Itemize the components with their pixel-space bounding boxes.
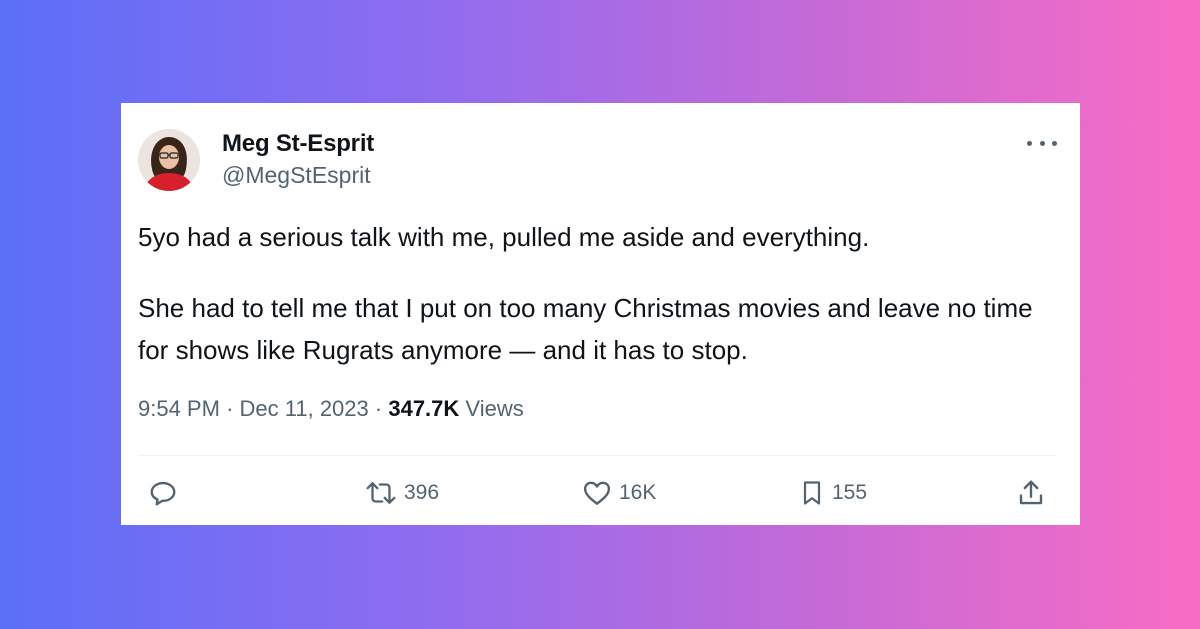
- tweet-meta: 9:54 PM · Dec 11, 2023 · 347.7K Views: [138, 396, 524, 422]
- bookmark-count: 155: [832, 481, 868, 504]
- meta-separator: ·: [226, 396, 234, 421]
- tweet-paragraph: 5yo had a serious talk with me, pulled m…: [138, 222, 870, 252]
- meta-separator: ·: [374, 396, 383, 421]
- reply-icon: [150, 481, 176, 506]
- retweet-button[interactable]: 396: [364, 473, 439, 513]
- like-button[interactable]: 16K: [581, 473, 656, 513]
- avatar[interactable]: [138, 129, 200, 191]
- retweet-count: 396: [404, 481, 440, 504]
- author-name[interactable]: Meg St-Esprit: [222, 130, 374, 158]
- dot: [1039, 140, 1045, 146]
- tweet-card: Meg St-Esprit @MegStEsprit 5yo had a ser…: [121, 103, 1080, 525]
- retweet-icon: [366, 482, 396, 504]
- share-icon: [1019, 480, 1043, 505]
- like-count: 16K: [619, 481, 657, 504]
- divider: [138, 455, 1056, 456]
- tweet-paragraph: She had to tell me that I put on too man…: [138, 293, 1033, 365]
- views-label: Views: [465, 396, 524, 421]
- more-options-icon[interactable]: [1027, 133, 1057, 153]
- dot: [1052, 140, 1057, 146]
- bookmark-button[interactable]: 155: [798, 473, 867, 513]
- tweet-text: 5yo had a serious talk with me, pulled m…: [138, 216, 1068, 371]
- reply-button[interactable]: [148, 473, 178, 513]
- tweet-time[interactable]: 9:54 PM: [138, 396, 220, 421]
- action-bar: 396 16K 155: [121, 473, 1080, 513]
- heart-icon: [583, 481, 611, 505]
- bookmark-icon: [803, 481, 821, 505]
- share-button[interactable]: [1016, 473, 1046, 513]
- author-handle[interactable]: @MegStEsprit: [222, 162, 371, 189]
- gradient-background: Meg St-Esprit @MegStEsprit 5yo had a ser…: [0, 0, 1200, 629]
- views-count: 347.7K: [388, 396, 460, 421]
- dot: [1027, 140, 1032, 146]
- tweet-date[interactable]: Dec 11, 2023: [240, 396, 369, 421]
